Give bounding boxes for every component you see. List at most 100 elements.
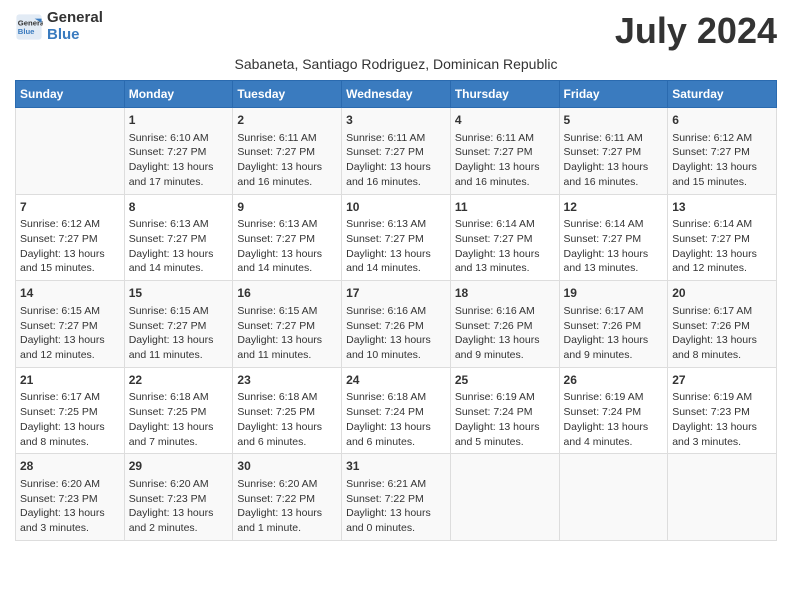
day-info: Sunrise: 6:12 AMSunset: 7:27 PMDaylight:… [672,131,772,190]
calendar-table: SundayMondayTuesdayWednesdayThursdayFrid… [15,80,777,541]
calendar-cell: 13Sunrise: 6:14 AMSunset: 7:27 PMDayligh… [668,194,777,281]
day-info: Sunrise: 6:17 AMSunset: 7:26 PMDaylight:… [672,304,772,363]
calendar-cell: 11Sunrise: 6:14 AMSunset: 7:27 PMDayligh… [450,194,559,281]
calendar-cell [450,454,559,541]
logo: General Blue General Blue [15,10,103,43]
svg-text:Blue: Blue [18,27,35,36]
logo-text-line1: General [47,10,103,27]
day-info: Sunrise: 6:20 AMSunset: 7:23 PMDaylight:… [20,477,120,536]
logo-icon: General Blue [15,13,43,41]
day-info: Sunrise: 6:21 AMSunset: 7:22 PMDaylight:… [346,477,446,536]
calendar-cell: 15Sunrise: 6:15 AMSunset: 7:27 PMDayligh… [124,281,233,368]
day-number: 14 [20,285,120,302]
calendar-cell: 9Sunrise: 6:13 AMSunset: 7:27 PMDaylight… [233,194,342,281]
column-header-tuesday: Tuesday [233,81,342,108]
day-info: Sunrise: 6:15 AMSunset: 7:27 PMDaylight:… [237,304,337,363]
day-number: 8 [129,199,229,216]
day-info: Sunrise: 6:14 AMSunset: 7:27 PMDaylight:… [564,217,664,276]
day-number: 2 [237,112,337,129]
calendar-cell: 26Sunrise: 6:19 AMSunset: 7:24 PMDayligh… [559,367,668,454]
day-number: 6 [672,112,772,129]
column-header-monday: Monday [124,81,233,108]
column-header-friday: Friday [559,81,668,108]
day-number: 11 [455,199,555,216]
calendar-cell: 24Sunrise: 6:18 AMSunset: 7:24 PMDayligh… [342,367,451,454]
day-number: 9 [237,199,337,216]
day-info: Sunrise: 6:14 AMSunset: 7:27 PMDaylight:… [455,217,555,276]
calendar-cell: 30Sunrise: 6:20 AMSunset: 7:22 PMDayligh… [233,454,342,541]
day-info: Sunrise: 6:13 AMSunset: 7:27 PMDaylight:… [346,217,446,276]
calendar-cell: 16 Sunrise: 6:15 AMSunset: 7:27 PMDayligh… [233,281,342,368]
calendar-cell [668,454,777,541]
day-info: Sunrise: 6:17 AMSunset: 7:26 PMDaylight:… [564,304,664,363]
calendar-body: 1 Sunrise: 6:10 AMSunset: 7:27 PMDaylight… [16,108,777,541]
calendar-cell: 14 Sunrise: 6:15 AMSunset: 7:27 PMDayligh… [16,281,125,368]
calendar-cell: 31 Sunrise: 6:21 AMSunset: 7:22 PMDayligh… [342,454,451,541]
calendar-cell: 6 Sunrise: 6:12 AMSunset: 7:27 PMDaylight… [668,108,777,195]
day-info: Sunrise: 6:11 AMSunset: 7:27 PMDaylight:… [237,131,337,190]
calendar-cell: 28 Sunrise: 6:20 AMSunset: 7:23 PMDayligh… [16,454,125,541]
day-number: 29 [129,458,229,475]
calendar-week-3: 14 Sunrise: 6:15 AMSunset: 7:27 PMDayligh… [16,281,777,368]
day-number: 28 [20,458,120,475]
calendar-cell: 17Sunrise: 6:16 AMSunset: 7:26 PMDayligh… [342,281,451,368]
day-number: 1 [129,112,229,129]
day-info: Sunrise: 6:19 AMSunset: 7:24 PMDaylight:… [564,390,664,449]
calendar-cell: 1 Sunrise: 6:10 AMSunset: 7:27 PMDaylight… [124,108,233,195]
calendar-week-4: 21Sunrise: 6:17 AMSunset: 7:25 PMDayligh… [16,367,777,454]
logo-text-line2: Blue [47,27,103,44]
day-number: 16 [237,285,337,302]
day-number: 13 [672,199,772,216]
day-info: Sunrise: 6:11 AMSunset: 7:27 PMDaylight:… [455,131,555,190]
day-number: 23 [237,372,337,389]
day-info: Sunrise: 6:18 AMSunset: 7:24 PMDaylight:… [346,390,446,449]
day-number: 21 [20,372,120,389]
column-header-saturday: Saturday [668,81,777,108]
day-info: Sunrise: 6:17 AMSunset: 7:25 PMDaylight:… [20,390,120,449]
calendar-cell: 10Sunrise: 6:13 AMSunset: 7:27 PMDayligh… [342,194,451,281]
day-number: 30 [237,458,337,475]
month-title: July 2024 [615,10,777,52]
calendar-cell: 22Sunrise: 6:18 AMSunset: 7:25 PMDayligh… [124,367,233,454]
calendar-cell: 19Sunrise: 6:17 AMSunset: 7:26 PMDayligh… [559,281,668,368]
calendar-week-5: 28 Sunrise: 6:20 AMSunset: 7:23 PMDayligh… [16,454,777,541]
calendar-cell [16,108,125,195]
day-number: 25 [455,372,555,389]
day-info: Sunrise: 6:12 AMSunset: 7:27 PMDaylight:… [20,217,120,276]
day-number: 27 [672,372,772,389]
day-number: 26 [564,372,664,389]
calendar-week-1: 1 Sunrise: 6:10 AMSunset: 7:27 PMDaylight… [16,108,777,195]
calendar-cell: 23Sunrise: 6:18 AMSunset: 7:25 PMDayligh… [233,367,342,454]
day-number: 18 [455,285,555,302]
day-number: 31 [346,458,446,475]
day-number: 22 [129,372,229,389]
calendar-cell: 5Sunrise: 6:11 AMSunset: 7:27 PMDaylight… [559,108,668,195]
day-info: Sunrise: 6:13 AMSunset: 7:27 PMDaylight:… [237,217,337,276]
calendar-cell: 8Sunrise: 6:13 AMSunset: 7:27 PMDaylight… [124,194,233,281]
column-header-sunday: Sunday [16,81,125,108]
calendar-cell: 4Sunrise: 6:11 AMSunset: 7:27 PMDaylight… [450,108,559,195]
day-info: Sunrise: 6:19 AMSunset: 7:23 PMDaylight:… [672,390,772,449]
day-number: 17 [346,285,446,302]
day-info: Sunrise: 6:10 AMSunset: 7:27 PMDaylight:… [129,131,229,190]
day-info: Sunrise: 6:14 AMSunset: 7:27 PMDaylight:… [672,217,772,276]
calendar-cell: 18 Sunrise: 6:16 AMSunset: 7:26 PMDayligh… [450,281,559,368]
day-number: 12 [564,199,664,216]
calendar-cell: 20Sunrise: 6:17 AMSunset: 7:26 PMDayligh… [668,281,777,368]
day-info: Sunrise: 6:15 AMSunset: 7:27 PMDaylight:… [20,304,120,363]
calendar-header-row: SundayMondayTuesdayWednesdayThursdayFrid… [16,81,777,108]
calendar-cell: 29Sunrise: 6:20 AMSunset: 7:23 PMDayligh… [124,454,233,541]
day-info: Sunrise: 6:16 AMSunset: 7:26 PMDaylight:… [455,304,555,363]
day-info: Sunrise: 6:13 AMSunset: 7:27 PMDaylight:… [129,217,229,276]
calendar-cell: 2 Sunrise: 6:11 AMSunset: 7:27 PMDaylight… [233,108,342,195]
day-number: 15 [129,285,229,302]
day-number: 5 [564,112,664,129]
calendar-week-2: 7Sunrise: 6:12 AMSunset: 7:27 PMDaylight… [16,194,777,281]
calendar-cell: 7Sunrise: 6:12 AMSunset: 7:27 PMDaylight… [16,194,125,281]
day-info: Sunrise: 6:19 AMSunset: 7:24 PMDaylight:… [455,390,555,449]
day-number: 10 [346,199,446,216]
subtitle: Sabaneta, Santiago Rodriguez, Dominican … [15,56,777,72]
day-info: Sunrise: 6:18 AMSunset: 7:25 PMDaylight:… [129,390,229,449]
calendar-cell: 3Sunrise: 6:11 AMSunset: 7:27 PMDaylight… [342,108,451,195]
day-number: 3 [346,112,446,129]
